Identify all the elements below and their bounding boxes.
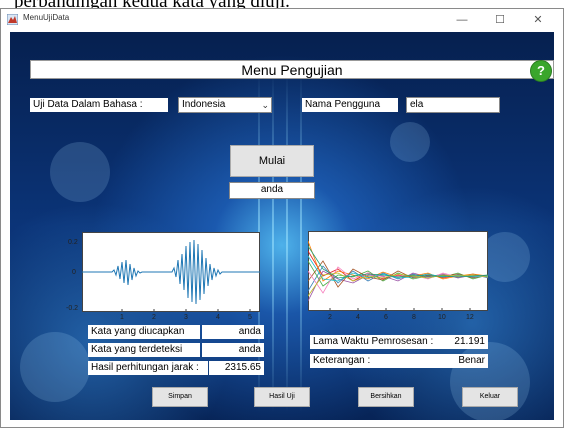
feature-x-tick: 4: [356, 314, 360, 321]
help-icon[interactable]: ?: [530, 60, 552, 82]
kata-terdeteksi-value: anda: [202, 343, 264, 357]
waveform-y-tick: 0.2: [68, 239, 78, 246]
language-selected: Indonesia: [182, 99, 226, 110]
mulai-button[interactable]: Mulai: [230, 145, 314, 177]
language-label: Uji Data Dalam Bahasa :: [30, 98, 168, 112]
bersihkan-button[interactable]: Bersihkan: [358, 387, 414, 407]
waveform-x-tick: 5: [248, 314, 252, 321]
waveform-x-tick: 1: [120, 314, 124, 321]
waktu-value: 21.191: [446, 335, 488, 349]
chevron-down-icon: ⌄: [261, 100, 269, 110]
kata-diucapkan-value: anda: [202, 325, 264, 339]
waveform-plot: [82, 232, 260, 312]
title-bar: MenuUjiData — ☐ ✕: [1, 9, 563, 31]
feature-plot: [307, 231, 489, 311]
header-bar: Menu Pengujian: [30, 60, 554, 79]
jarak-label: Hasil perhitungan jarak :: [88, 361, 208, 375]
kata-diucapkan-label: Kata yang diucapkan: [88, 325, 200, 339]
kata-terdeteksi-label: Kata yang terdeteksi: [88, 343, 200, 357]
window-title: MenuUjiData: [23, 13, 70, 22]
matlab-app-icon: [7, 14, 18, 25]
language-dropdown[interactable]: Indonesia ⌄: [178, 97, 272, 113]
bokeh-circle: [20, 332, 90, 402]
bokeh-circle: [390, 122, 430, 162]
feature-svg: [307, 231, 489, 311]
maximize-button[interactable]: ☐: [485, 11, 515, 29]
waveform-y-tick: -0.2: [66, 305, 79, 312]
page-title: Menu Pengujian: [241, 62, 343, 78]
light-ray: [300, 72, 302, 412]
spoken-word-display: anda: [229, 182, 315, 199]
feature-x-tick: 6: [384, 314, 388, 321]
keterangan-label: Keterangan :: [310, 354, 430, 368]
figure-content: Menu Pengujian ? Uji Data Dalam Bahasa :…: [10, 32, 554, 420]
bokeh-circle: [50, 142, 110, 202]
light-ray: [272, 72, 274, 412]
feature-x-tick: 12: [466, 314, 474, 321]
keluar-button[interactable]: Keluar: [462, 387, 518, 407]
feature-x-tick: 2: [328, 314, 332, 321]
waveform-svg: [82, 232, 260, 312]
waveform-y-tick: 0: [72, 269, 76, 276]
username-field[interactable]: ela: [406, 97, 500, 113]
waveform-x-tick: 4: [216, 314, 220, 321]
feature-x-tick: 10: [438, 314, 446, 321]
simpan-button[interactable]: Simpan: [152, 387, 208, 407]
username-label: Nama Pengguna: [302, 98, 398, 112]
light-ray: [286, 72, 288, 412]
hasil-uji-button[interactable]: Hasil Uji: [254, 387, 310, 407]
waveform-x-tick: 2: [152, 314, 156, 321]
keterangan-value: Benar: [430, 354, 488, 368]
waktu-label: Lama Waktu Pemrosesan :: [310, 335, 446, 349]
feature-x-tick: 8: [412, 314, 416, 321]
jarak-value: 2315.65: [209, 361, 264, 375]
close-button[interactable]: ✕: [523, 11, 553, 29]
waveform-x-tick: 3: [184, 314, 188, 321]
app-window: MenuUjiData — ☐ ✕ Menu Pengujian ? Uji D…: [0, 8, 564, 428]
minimize-button[interactable]: —: [447, 11, 477, 29]
